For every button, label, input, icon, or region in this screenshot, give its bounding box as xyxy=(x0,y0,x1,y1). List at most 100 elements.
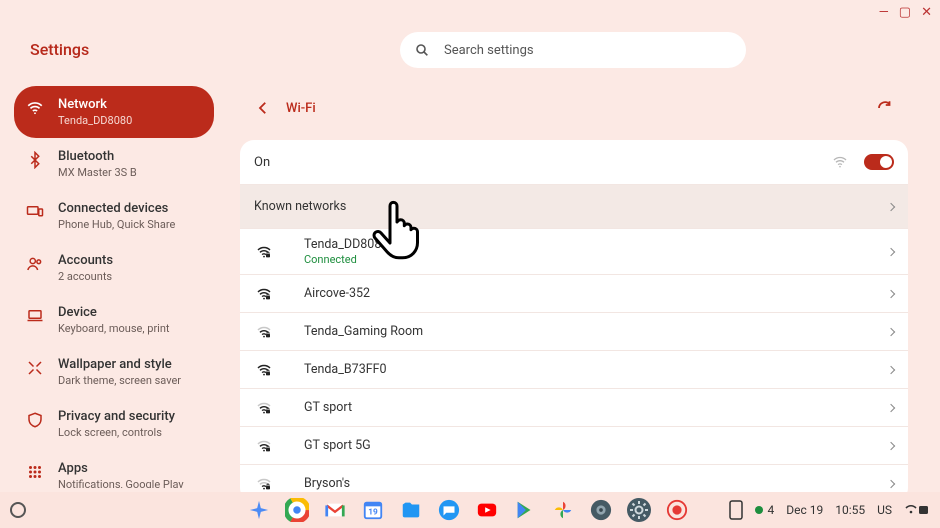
wifi-signal-icon xyxy=(256,438,272,454)
accounts-icon xyxy=(26,255,44,273)
network-ssid: GT sport xyxy=(304,400,352,415)
network-row[interactable]: GT sport xyxy=(240,388,908,426)
app-photos[interactable] xyxy=(550,497,576,523)
tray-notifications[interactable]: 4 xyxy=(755,503,774,517)
sidebar-item-accounts[interactable]: Accounts 2 accounts xyxy=(14,242,214,294)
wifi-toggle[interactable] xyxy=(864,154,894,170)
minimize-button[interactable]: — xyxy=(879,6,889,19)
svg-text:19: 19 xyxy=(368,508,378,518)
sidebar-item-privacy[interactable]: Privacy and security Lock screen, control… xyxy=(14,398,214,450)
sidebar-item-device[interactable]: Device Keyboard, mouse, print xyxy=(14,294,214,346)
wifi-card: On Known networks Tenda_DD8080 Connected… xyxy=(240,140,908,502)
network-row[interactable]: Tenda_B73FF0 xyxy=(240,350,908,388)
sidebar-item-sub: MX Master 3S B xyxy=(58,166,137,179)
back-button[interactable] xyxy=(254,99,272,117)
window-controls: — ▢ ✕ xyxy=(879,6,932,19)
refresh-button[interactable] xyxy=(876,99,894,117)
bluetooth-icon xyxy=(26,151,44,169)
sidebar-item-connected-devices[interactable]: Connected devices Phone Hub, Quick Share xyxy=(14,190,214,242)
page-title: Wi-Fi xyxy=(286,101,316,116)
app-youtube[interactable] xyxy=(474,497,500,523)
app-files[interactable] xyxy=(398,497,424,523)
app-gemini[interactable] xyxy=(246,497,272,523)
known-networks-row[interactable]: Known networks xyxy=(240,184,908,228)
sidebar-item-label: Apps xyxy=(58,461,184,476)
wifi-signal-icon xyxy=(256,286,272,302)
wallpaper-icon xyxy=(26,359,44,377)
wifi-signal-icon xyxy=(256,476,272,492)
network-row[interactable]: Tenda_DD8080 Connected xyxy=(240,228,908,274)
sidebar-item-sub: Keyboard, mouse, print xyxy=(58,322,170,335)
search-icon xyxy=(414,42,430,58)
maximize-button[interactable]: ▢ xyxy=(899,6,911,19)
app-settings[interactable] xyxy=(626,497,652,523)
chevron-right-icon xyxy=(887,327,895,335)
sidebar-item-label: Wallpaper and style xyxy=(58,357,181,372)
sidebar-item-label: Connected devices xyxy=(58,201,175,216)
network-row[interactable]: Aircove-352 xyxy=(240,274,908,312)
sidebar-item-network[interactable]: NetworkTenda_DD8080 xyxy=(14,86,214,138)
shield-icon xyxy=(26,411,44,429)
sidebar-item-wallpaper[interactable]: Wallpaper and style Dark theme, screen sa… xyxy=(14,346,214,398)
tray-phone-icon[interactable] xyxy=(729,500,743,520)
network-ssid: Tenda_B73FF0 xyxy=(304,362,387,377)
app-messages[interactable] xyxy=(436,497,462,523)
main-panel: Wi-Fi On Known networks Tenda_DD8080 Con… xyxy=(240,86,908,488)
sidebar-item-sub: Dark theme, screen saver xyxy=(58,374,181,387)
apps-icon xyxy=(26,463,44,481)
network-ssid: Bryson's xyxy=(304,476,350,491)
taskbar-apps: 19 xyxy=(246,497,690,523)
search-bar[interactable] xyxy=(400,32,746,68)
chevron-right-icon xyxy=(887,441,895,449)
network-ssid: Tenda_DD8080 xyxy=(304,237,388,252)
app-title: Settings xyxy=(30,40,89,59)
sidebar-item-apps[interactable]: Apps Notifications, Google Play xyxy=(14,450,214,488)
app-gmail[interactable] xyxy=(322,497,348,523)
sidebar-item-bluetooth[interactable]: Bluetooth MX Master 3S B xyxy=(14,138,214,190)
page-header: Wi-Fi xyxy=(240,86,908,130)
chevron-right-icon xyxy=(887,247,895,255)
tray-status-icons[interactable] xyxy=(904,502,930,518)
search-input[interactable] xyxy=(444,32,732,68)
taskbar: 19 4 Dec 19 10:55 US xyxy=(0,492,940,528)
wifi-toggle-row: On xyxy=(240,140,908,184)
wifi-signal-icon xyxy=(256,244,272,260)
sidebar-item-label: Accounts xyxy=(58,253,113,268)
sidebar-item-sub: Lock screen, controls xyxy=(58,426,175,439)
laptop-icon xyxy=(26,307,44,325)
sidebar-item-label: Network xyxy=(58,97,132,112)
tray-lang[interactable]: US xyxy=(877,503,892,517)
sidebar-item-label: Privacy and security xyxy=(58,409,175,424)
sidebar-item-sub: Phone Hub, Quick Share xyxy=(58,218,175,231)
tray-date[interactable]: Dec 19 xyxy=(786,503,823,517)
launcher-button[interactable] xyxy=(10,502,26,518)
wifi-icon xyxy=(26,99,44,117)
known-networks-label: Known networks xyxy=(254,199,346,214)
network-ssid: Tenda_Gaming Room xyxy=(304,324,423,339)
wifi-signal-icon xyxy=(256,362,272,378)
chevron-right-icon xyxy=(887,289,895,297)
app-play[interactable] xyxy=(512,497,538,523)
sidebar-item-label: Bluetooth xyxy=(58,149,137,164)
sidebar-item-sub: 2 accounts xyxy=(58,270,113,283)
network-status: Connected xyxy=(304,253,388,266)
app-calendar[interactable]: 19 xyxy=(360,497,386,523)
chevron-right-icon xyxy=(887,479,895,487)
app-screenrec[interactable] xyxy=(664,497,690,523)
wifi-signal-icon xyxy=(256,324,272,340)
app-chrome[interactable] xyxy=(284,497,310,523)
taskbar-tray: 4 Dec 19 10:55 US xyxy=(729,500,930,520)
network-row[interactable]: Tenda_Gaming Room xyxy=(240,312,908,350)
close-button[interactable]: ✕ xyxy=(921,6,932,19)
network-row[interactable]: GT sport 5G xyxy=(240,426,908,464)
network-ssid: Aircove-352 xyxy=(304,286,370,301)
chevron-right-icon xyxy=(887,202,895,210)
wifi-on-label: On xyxy=(254,155,270,170)
wifi-dim-icon xyxy=(832,154,848,170)
sidebar-item-sub: Notifications, Google Play xyxy=(58,478,184,488)
tray-time[interactable]: 10:55 xyxy=(835,503,865,517)
notif-count: 4 xyxy=(767,503,774,517)
sidebar-item-label: Device xyxy=(58,305,170,320)
wifi-signal-icon xyxy=(256,400,272,416)
app-camera[interactable] xyxy=(588,497,614,523)
